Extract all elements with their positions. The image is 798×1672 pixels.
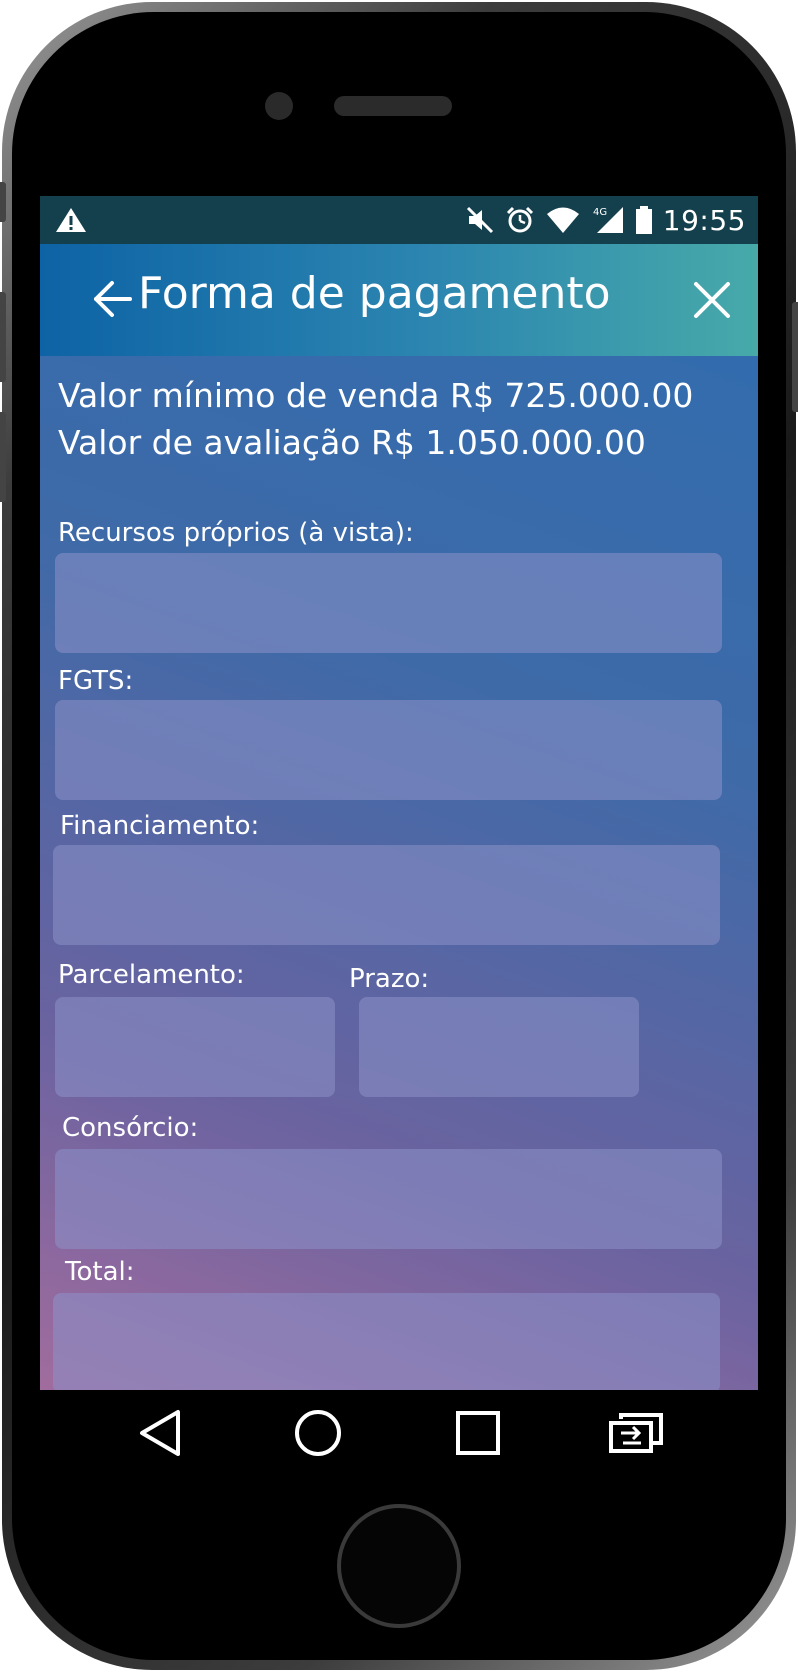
battery-icon bbox=[635, 206, 652, 234]
silent-switch bbox=[0, 182, 6, 222]
nav-recents-button[interactable] bbox=[438, 1390, 518, 1476]
financiamento-input[interactable] bbox=[53, 845, 720, 945]
status-time: 19:55 bbox=[662, 203, 746, 237]
total-label: Total: bbox=[65, 1257, 135, 1287]
financiamento-label: Financiamento: bbox=[60, 811, 260, 841]
prazo-label: Prazo: bbox=[349, 964, 430, 994]
volume-up-button bbox=[0, 292, 6, 382]
earpiece-speaker bbox=[334, 96, 452, 116]
recursos-proprios-label: Recursos próprios (à vista): bbox=[58, 518, 414, 548]
arrow-left-icon[interactable] bbox=[90, 276, 136, 322]
app-screen: 4G 19:55 Forma de pagamento Valor mínimo… bbox=[40, 196, 758, 1390]
back-triangle-icon bbox=[140, 1410, 180, 1456]
total-input[interactable] bbox=[53, 1293, 720, 1390]
prazo-input[interactable] bbox=[359, 997, 639, 1097]
recents-square-icon bbox=[456, 1411, 500, 1455]
network-type-label: 4G bbox=[593, 207, 607, 218]
nav-back-button[interactable] bbox=[120, 1390, 200, 1476]
power-button bbox=[792, 302, 798, 412]
page-title: Forma de pagamento bbox=[138, 268, 611, 319]
switch-app-icon bbox=[609, 1413, 663, 1453]
front-camera bbox=[265, 92, 293, 120]
parcelamento-label: Parcelamento: bbox=[58, 960, 245, 990]
sale-values-info: Valor mínimo de venda R$ 725.000.00 Valo… bbox=[58, 372, 693, 466]
physical-home-button[interactable] bbox=[337, 1504, 461, 1628]
fgts-label: FGTS: bbox=[58, 666, 134, 696]
close-icon[interactable] bbox=[690, 278, 734, 322]
consorcio-label: Consórcio: bbox=[62, 1113, 199, 1143]
home-circle-icon bbox=[295, 1410, 341, 1456]
status-bar: 4G 19:55 bbox=[40, 196, 758, 244]
alarm-icon bbox=[506, 206, 533, 233]
mute-icon bbox=[466, 206, 493, 234]
evaluation-value: Valor de avaliação R$ 1.050.000.00 bbox=[58, 423, 646, 462]
app-bar: Forma de pagamento bbox=[40, 244, 758, 356]
consorcio-input[interactable] bbox=[55, 1149, 722, 1249]
fgts-input[interactable] bbox=[55, 700, 722, 800]
nav-home-button[interactable] bbox=[278, 1390, 358, 1476]
nav-switch-app-button[interactable] bbox=[596, 1390, 676, 1476]
parcelamento-input[interactable] bbox=[55, 997, 335, 1097]
status-icons: 4G 19:55 bbox=[465, 196, 746, 244]
wifi-icon bbox=[546, 207, 579, 233]
signal-icon: 4G bbox=[593, 207, 623, 233]
recursos-proprios-input[interactable] bbox=[55, 553, 722, 653]
android-nav-bar bbox=[40, 1390, 758, 1476]
warning-icon bbox=[56, 208, 86, 232]
volume-down-button bbox=[0, 412, 6, 502]
min-sale-value: Valor mínimo de venda R$ 725.000.00 bbox=[58, 376, 694, 415]
